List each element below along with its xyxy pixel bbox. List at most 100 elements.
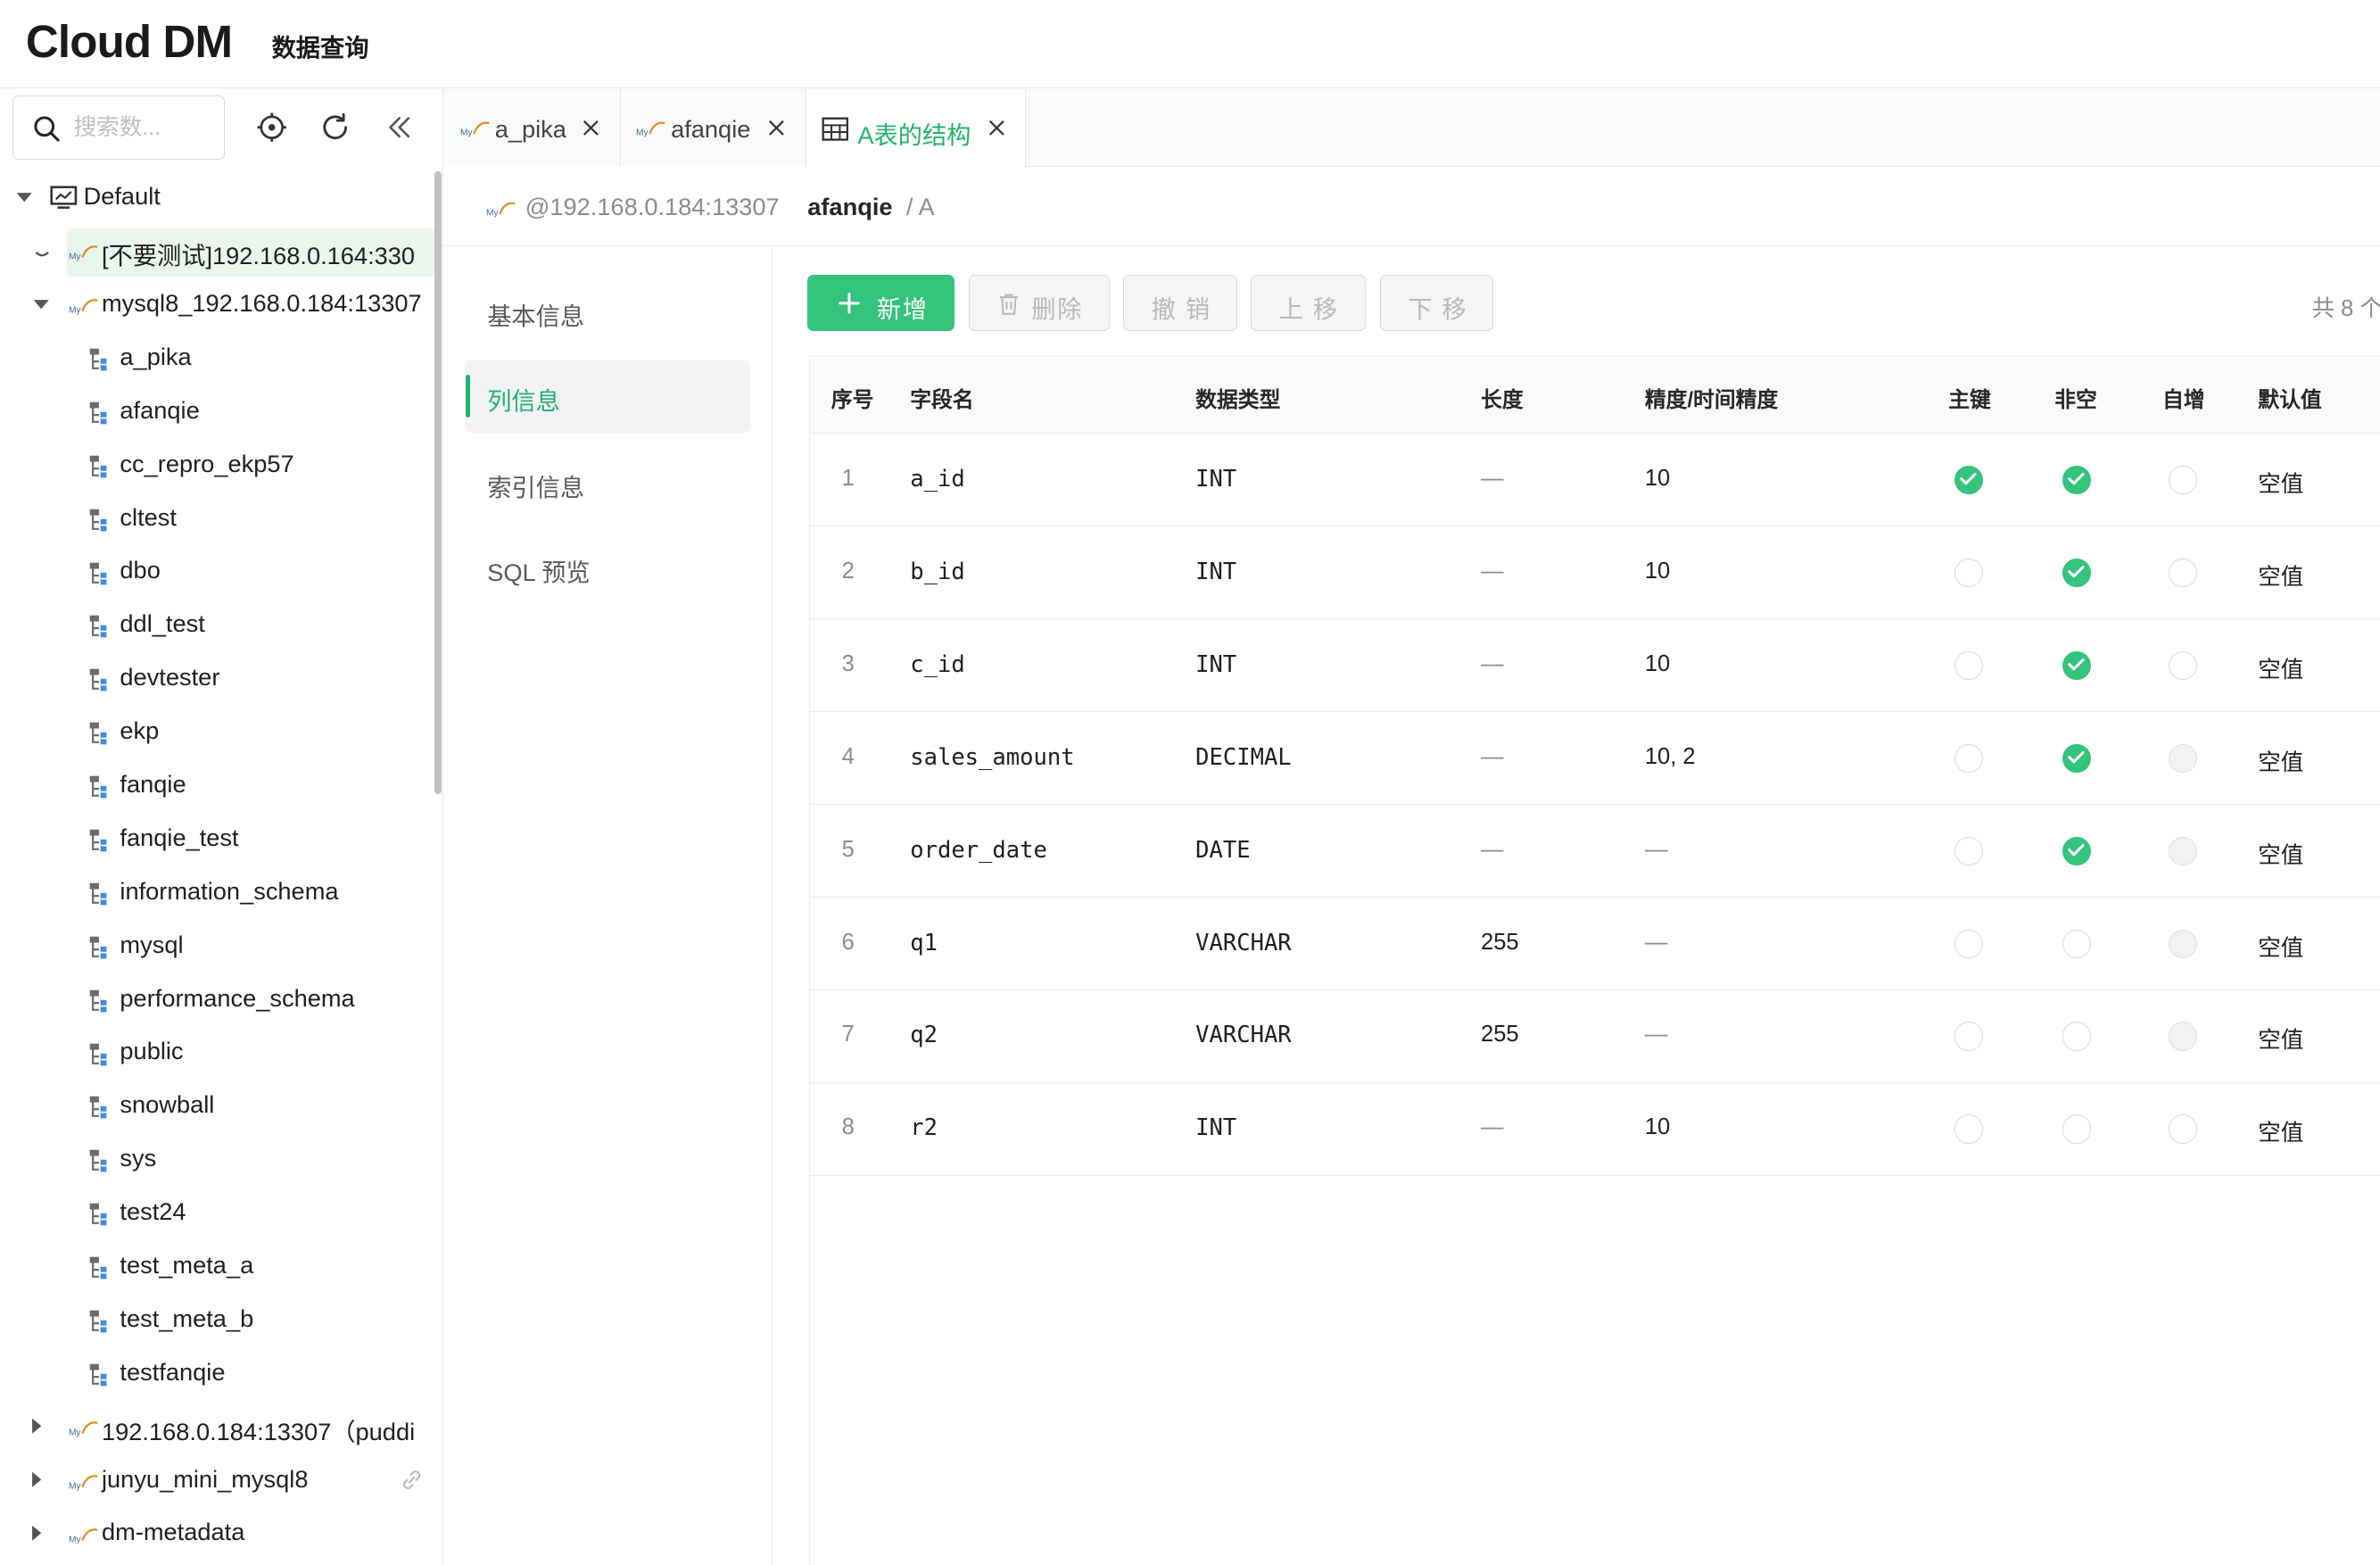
- cell-length[interactable]: —: [1481, 837, 1504, 863]
- primary-key-checkbox[interactable]: [1954, 465, 1984, 494]
- cell-default-value[interactable]: 空值: [2258, 1114, 2303, 1147]
- cell-default-value[interactable]: 空值: [2258, 1022, 2303, 1055]
- search-input[interactable]: [73, 112, 214, 145]
- auto-increment-checkbox[interactable]: [2168, 650, 2198, 680]
- table-row[interactable]: 6 q1 VARCHAR 255 — 空值: [809, 898, 2380, 990]
- cell-default-value[interactable]: 空值: [2258, 744, 2303, 777]
- cell-data-type[interactable]: DATE: [1195, 837, 1250, 864]
- auto-increment-checkbox[interactable]: [2168, 558, 2198, 587]
- primary-key-checkbox[interactable]: [1954, 650, 1984, 680]
- cell-field-name[interactable]: r2: [910, 1114, 938, 1141]
- tree-schema-test_meta_b[interactable]: test_meta_b: [0, 1294, 434, 1347]
- cell-length[interactable]: 255: [1481, 930, 1519, 956]
- table-row[interactable]: 1 a_id INT — 10 空值: [809, 434, 2380, 526]
- tree-schema-sys[interactable]: sys: [0, 1133, 434, 1187]
- tree-schema-dbo[interactable]: dbo: [0, 546, 434, 600]
- cell-length[interactable]: —: [1481, 466, 1504, 492]
- tree-schema-a_pika[interactable]: a_pika: [0, 332, 434, 385]
- not-null-checkbox[interactable]: [2062, 929, 2092, 958]
- cell-precision[interactable]: 10, 2: [1645, 744, 1696, 770]
- delete-button[interactable]: 删除: [968, 274, 1110, 331]
- primary-key-checkbox[interactable]: [1954, 836, 1984, 865]
- primary-key-checkbox[interactable]: [1954, 929, 1984, 958]
- search-box[interactable]: [12, 95, 225, 160]
- cell-data-type[interactable]: DECIMAL: [1195, 744, 1292, 771]
- cell-precision[interactable]: —: [1645, 837, 1668, 863]
- tree-schema-cltest[interactable]: cltest: [0, 493, 434, 546]
- undo-button[interactable]: 撤 销: [1123, 274, 1237, 331]
- move-up-button[interactable]: 上 移: [1251, 274, 1367, 331]
- cell-precision[interactable]: 10: [1645, 559, 1670, 584]
- cell-length[interactable]: —: [1481, 744, 1504, 770]
- cell-precision[interactable]: —: [1645, 930, 1668, 956]
- tree-schema-test_meta_a[interactable]: test_meta_a: [0, 1240, 434, 1294]
- close-icon[interactable]: [988, 120, 1005, 137]
- cell-default-value[interactable]: 空值: [2258, 837, 2303, 870]
- cell-data-type[interactable]: INT: [1195, 1114, 1236, 1141]
- not-null-checkbox[interactable]: [2062, 836, 2092, 865]
- auto-increment-checkbox[interactable]: [2168, 1114, 2198, 1144]
- tree-schema-information_schema[interactable]: information_schema: [0, 866, 434, 920]
- auto-increment-checkbox[interactable]: [2168, 465, 2198, 494]
- sidebar-scrollbar[interactable]: [434, 171, 442, 794]
- tree-schema-fanqie_test[interactable]: fanqie_test: [0, 813, 434, 866]
- menu-basic-info[interactable]: 基本信息: [466, 275, 749, 348]
- not-null-checkbox[interactable]: [2062, 650, 2092, 680]
- tree-schema-cc_repro_ekp57[interactable]: cc_repro_ekp57: [0, 439, 434, 493]
- close-icon[interactable]: [583, 120, 599, 137]
- table-row[interactable]: 5 order_date DATE — — 空值: [809, 805, 2380, 898]
- tree-schema-test24[interactable]: test24: [0, 1187, 434, 1240]
- move-down-button[interactable]: 下 移: [1379, 274, 1494, 331]
- tree-connection[interactable]: My 192.168.0.184:13307（puddi: [0, 1401, 434, 1454]
- tree-connection[interactable]: My [不要测试]192.168.0.164:330: [0, 225, 434, 278]
- cell-data-type[interactable]: INT: [1195, 559, 1236, 585]
- tree-schema-devtester[interactable]: devtester: [0, 652, 434, 706]
- cell-default-value[interactable]: 空值: [2258, 651, 2303, 684]
- table-row[interactable]: 2 b_id INT — 10 空值: [809, 526, 2380, 619]
- cell-precision[interactable]: 10: [1645, 651, 1670, 677]
- cell-default-value[interactable]: 空值: [2258, 559, 2303, 592]
- cell-length[interactable]: —: [1481, 651, 1504, 677]
- tree-schema-ekp[interactable]: ekp: [0, 706, 434, 759]
- tree-schema-ddl_test[interactable]: ddl_test: [0, 599, 434, 652]
- tree-schema-fanqie[interactable]: fanqie: [0, 759, 434, 813]
- not-null-checkbox[interactable]: [2062, 558, 2092, 587]
- cell-field-name[interactable]: q2: [910, 1022, 938, 1048]
- close-icon[interactable]: [768, 120, 785, 137]
- cell-data-type[interactable]: VARCHAR: [1195, 1022, 1292, 1048]
- primary-key-checkbox[interactable]: [1954, 743, 1984, 773]
- table-row[interactable]: 4 sales_amount DECIMAL — 10, 2 空值: [809, 712, 2380, 805]
- cell-data-type[interactable]: INT: [1195, 466, 1236, 493]
- cell-default-value[interactable]: 空值: [2258, 466, 2303, 499]
- chevron-right-icon[interactable]: [28, 1417, 45, 1435]
- tree-schema-testfanqie[interactable]: testfanqie: [0, 1347, 434, 1401]
- tree-schema-mysql[interactable]: mysql: [0, 920, 434, 973]
- tab-a-pika[interactable]: My a_pika: [442, 87, 621, 168]
- not-null-checkbox[interactable]: [2062, 743, 2092, 773]
- collapse-sidebar-icon[interactable]: [383, 111, 416, 144]
- cell-data-type[interactable]: VARCHAR: [1195, 930, 1292, 956]
- tree-schema-public[interactable]: public: [0, 1027, 434, 1081]
- tab-table-structure[interactable]: A表的结构: [806, 87, 1027, 169]
- cell-field-name[interactable]: q1: [910, 930, 938, 956]
- chevron-right-icon[interactable]: [28, 1470, 45, 1488]
- not-null-checkbox[interactable]: [2062, 465, 2092, 494]
- cell-field-name[interactable]: a_id: [910, 466, 964, 493]
- chevron-right-icon[interactable]: [28, 1524, 45, 1542]
- menu-index-info[interactable]: 索引信息: [466, 446, 749, 519]
- menu-column-info[interactable]: 列信息: [466, 360, 750, 433]
- cell-data-type[interactable]: INT: [1195, 651, 1236, 678]
- chevron-down-icon[interactable]: [15, 188, 33, 206]
- cell-field-name[interactable]: order_date: [910, 837, 1047, 864]
- cell-length[interactable]: —: [1481, 559, 1504, 584]
- table-row[interactable]: 3 c_id INT — 10 空值: [809, 619, 2380, 712]
- cell-default-value[interactable]: 空值: [2258, 930, 2303, 963]
- cell-precision[interactable]: 10: [1645, 466, 1670, 492]
- cell-length[interactable]: 255: [1481, 1022, 1519, 1047]
- tree-connection[interactable]: My mysql8_192.168.0.184:13307: [0, 278, 434, 332]
- tab-afanqie[interactable]: My afanqie: [620, 87, 806, 168]
- menu-sql-preview[interactable]: SQL 预览: [466, 532, 749, 605]
- not-null-checkbox[interactable]: [2062, 1022, 2092, 1051]
- collapse-marker-icon[interactable]: [33, 246, 51, 264]
- tree-schema-snowball[interactable]: snowball: [0, 1080, 434, 1133]
